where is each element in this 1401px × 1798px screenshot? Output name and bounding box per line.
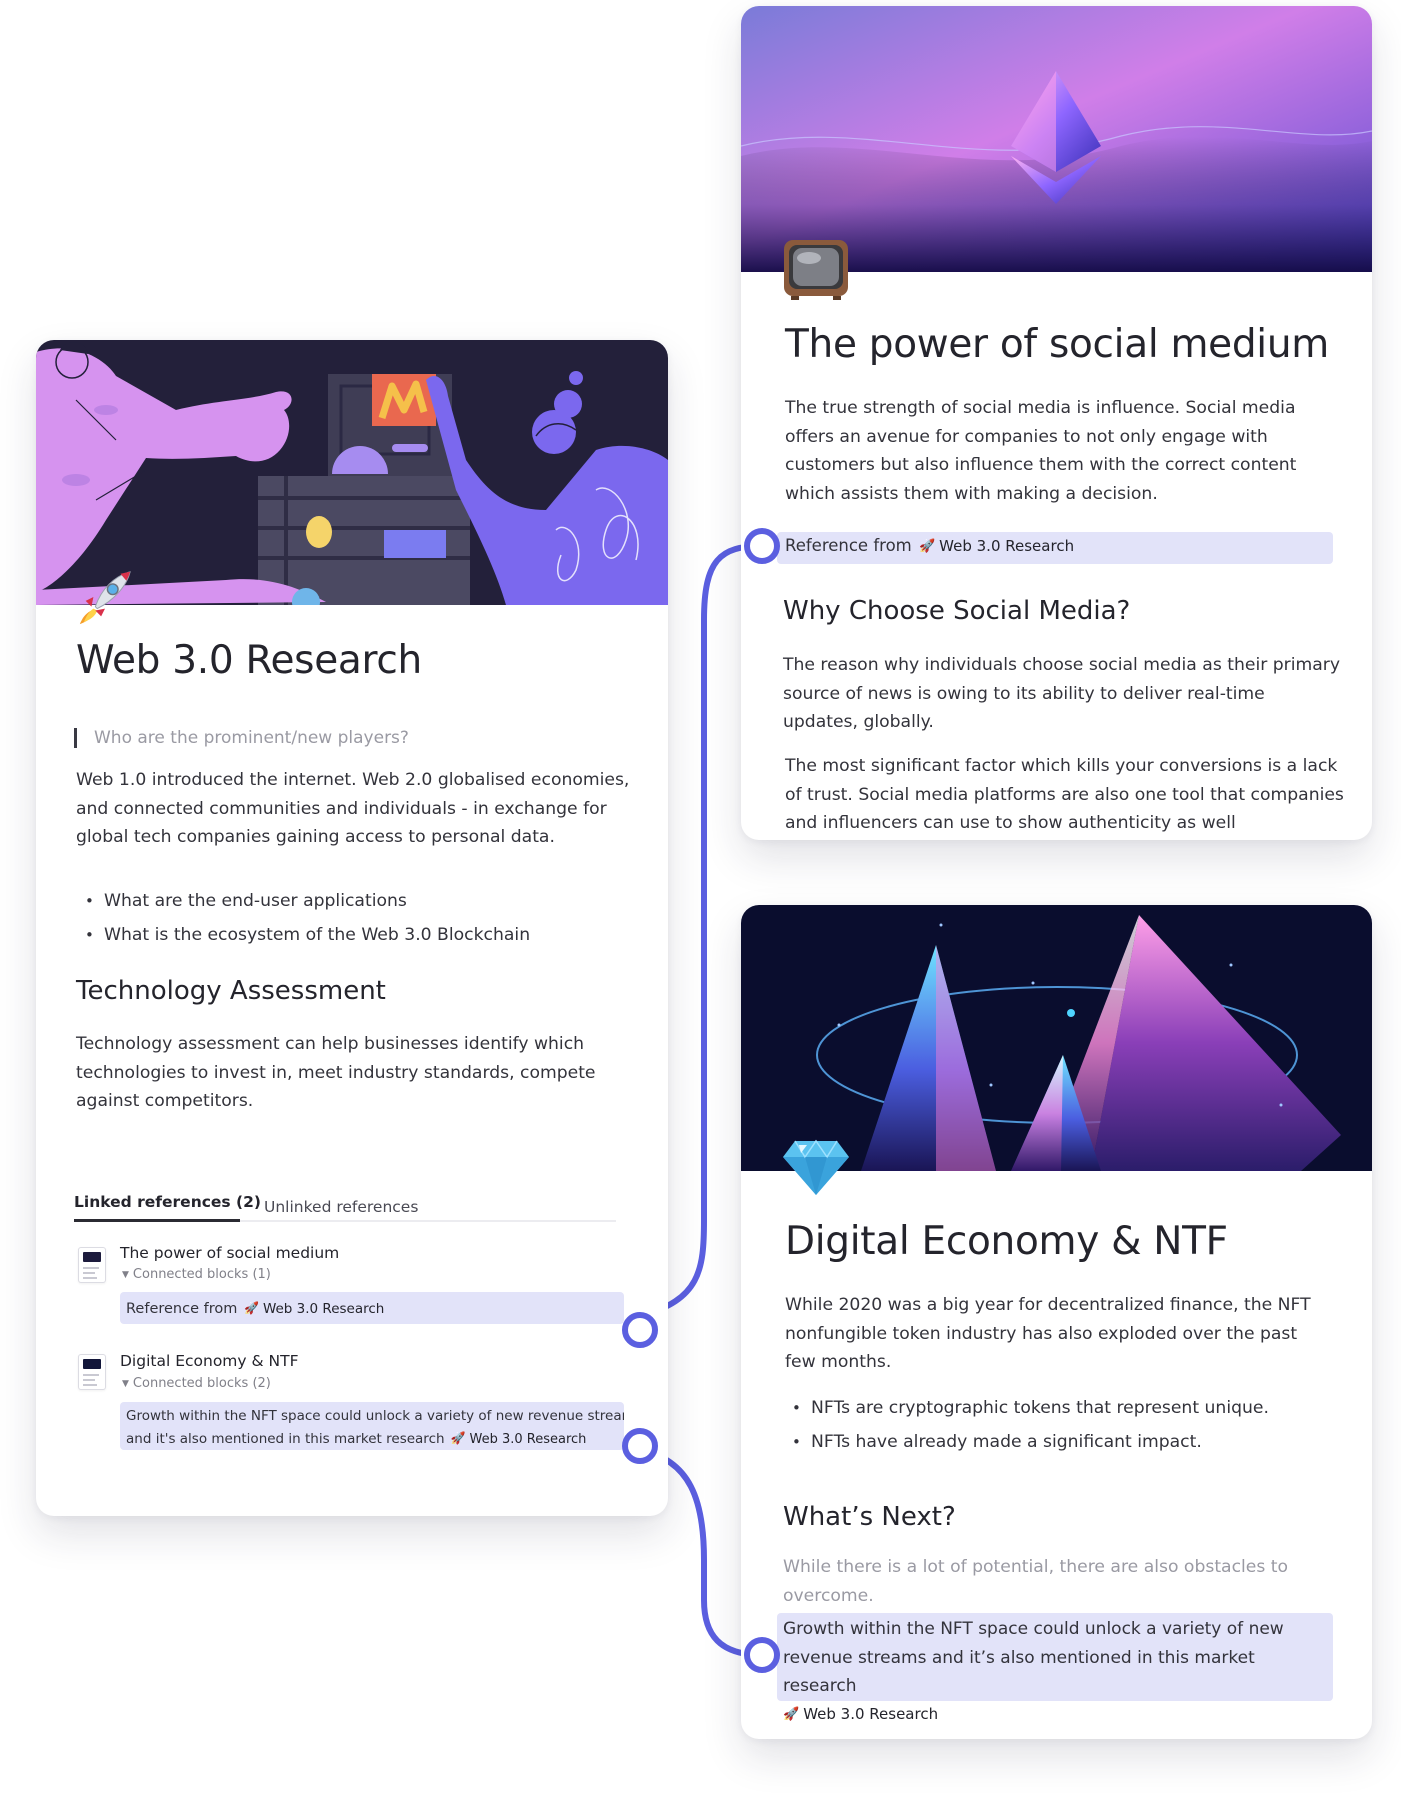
list-item: What is the ecosystem of the Web 3.0 Blo… [76,918,530,952]
rocket-icon: 🚀 [783,1706,800,1722]
intro-paragraph: While 2020 was a big year for decentrali… [785,1295,1311,1372]
rocket-icon: 🚀 [243,1301,259,1315]
page-mention[interactable]: Web 3.0 Research [803,1705,938,1723]
section-heading: What’s Next? [783,1502,956,1532]
tab-linked-references[interactable]: Linked references (2) [74,1193,261,1211]
page-thumbnail-icon [78,1354,106,1390]
section-paragraph: The reason why individuals choose social… [783,655,1341,732]
web3-research-card: Web 3.0 Research Who are the prominent/n… [36,340,668,1516]
section-heading: Why Choose Social Media? [783,596,1131,626]
intro-paragraph: The true strength of social media is inf… [785,398,1297,504]
social-medium-card: The power of social medium The true stre… [741,6,1372,840]
page-mention[interactable]: Web 3.0 Research [939,537,1074,555]
page-title: The power of social medium [785,322,1329,367]
section-heading: Technology Assessment [76,976,386,1006]
tab-unlinked-references[interactable]: Unlinked references [264,1198,418,1216]
page-title: Digital Economy & NTF [785,1219,1228,1264]
web3-cover-image [36,340,668,605]
connected-blocks-toggle[interactable]: ▼ Connected blocks (2) [122,1376,271,1391]
quote-block: Who are the prominent/new players? [74,728,409,748]
page-title: Web 3.0 Research [76,638,422,683]
bullet-list: NFTs are cryptographic tokens that repre… [783,1391,1269,1459]
reference-block[interactable]: Growth within the NFT space could unlock… [777,1613,1333,1723]
section-paragraph: While there is a lot of potential, there… [783,1557,1289,1606]
rocket-icon: 🚀 [450,1431,466,1445]
digital-economy-card: Digital Economy & NTF While 2020 was a b… [741,905,1372,1739]
intro-paragraph: Web 1.0 introduced the internet. Web 2.0… [76,770,630,847]
linked-page-title[interactable]: Digital Economy & NTF [120,1352,299,1370]
list-item: NFTs are cryptographic tokens that repre… [783,1391,1269,1425]
reference-block[interactable]: Reference from 🚀 Web 3.0 Research [777,532,1333,564]
rocket-icon [76,568,134,626]
gem-icon [781,1137,851,1197]
page-mention[interactable]: Web 3.0 Research [263,1301,384,1317]
section-paragraph: Technology assessment can help businesse… [76,1034,596,1111]
caret-down-icon: ▼ [122,1379,129,1389]
page-thumbnail-icon [78,1247,106,1283]
television-icon [781,234,851,304]
reference-snippet[interactable]: Reference from 🚀 Web 3.0 Research [120,1292,624,1324]
bullet-list: What are the end-user applications What … [76,884,530,952]
list-item: What are the end-user applications [76,884,530,918]
section-paragraph: The most significant factor which kills … [785,756,1344,833]
social-cover-image [741,6,1372,272]
linked-page-title[interactable]: The power of social medium [120,1244,339,1262]
connected-blocks-toggle[interactable]: ▼ Connected blocks (1) [122,1267,271,1282]
digital-cover-image [741,905,1372,1171]
page-mention[interactable]: Web 3.0 Research [470,1432,587,1447]
rocket-icon: 🚀 [918,539,936,554]
active-tab-indicator [74,1219,240,1222]
list-item: NFTs have already made a significant imp… [783,1425,1269,1459]
reference-snippet[interactable]: Growth within the NFT space could unlock… [120,1402,624,1450]
caret-down-icon: ▼ [122,1270,129,1280]
